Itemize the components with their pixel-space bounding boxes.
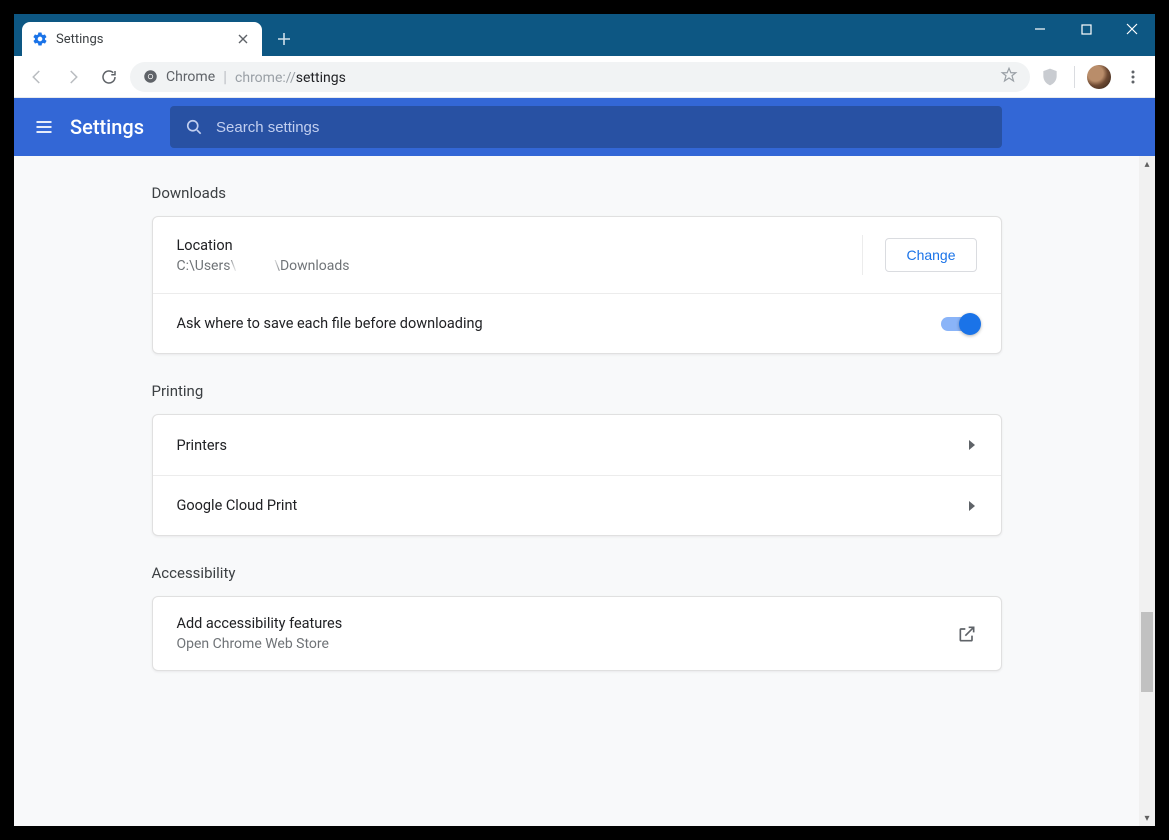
search-icon [184,117,204,137]
back-button[interactable] [22,62,52,92]
chevron-right-icon [967,500,977,512]
reload-button[interactable] [94,62,124,92]
redacted-username [237,259,273,272]
titlebar: Settings [14,14,1155,56]
add-accessibility-label: Add accessibility features [177,615,941,632]
printers-row[interactable]: Printers [153,415,1001,475]
chrome-icon [142,69,158,85]
external-link-icon [957,624,977,644]
extension-shield-icon[interactable] [1036,63,1064,91]
scroll-up-arrow-icon[interactable]: ▴ [1139,156,1155,172]
downloads-card: Location C:\Users\\Downloads Change Ask … [152,216,1002,354]
download-location-row: Location C:\Users\\Downloads Change [153,217,1001,293]
profile-avatar[interactable] [1085,63,1113,91]
browser-tab[interactable]: Settings [22,22,262,56]
accessibility-card: Add accessibility features Open Chrome W… [152,596,1002,671]
google-cloud-print-label: Google Cloud Print [177,497,951,514]
download-location-label: Location [177,237,847,254]
tab-close-icon[interactable] [234,30,252,48]
add-accessibility-sub: Open Chrome Web Store [177,636,941,652]
download-location-value: C:\Users\\Downloads [177,258,847,274]
section-header-accessibility: Accessibility [152,536,1002,596]
printers-label: Printers [177,437,951,454]
browser-menu-button[interactable] [1119,63,1147,91]
menu-hamburger-icon[interactable] [32,115,56,139]
add-accessibility-features-row[interactable]: Add accessibility features Open Chrome W… [153,597,1001,670]
settings-title: Settings [70,115,144,139]
omnibox-url-scheme: chrome:// [235,70,296,86]
ask-before-download-row: Ask where to save each file before downl… [153,293,1001,353]
settings-gear-icon [32,31,48,47]
vertical-scrollbar[interactable]: ▴ ▾ [1139,156,1155,826]
section-header-printing: Printing [152,354,1002,414]
settings-search-box[interactable] [170,106,1002,148]
ask-before-download-label: Ask where to save each file before downl… [177,315,925,332]
bookmark-star-icon[interactable] [1000,66,1018,88]
google-cloud-print-row[interactable]: Google Cloud Print [153,475,1001,535]
browser-toolbar: Chrome | chrome://settings [14,56,1155,98]
forward-button[interactable] [58,62,88,92]
change-location-button[interactable]: Change [885,238,976,272]
section-header-downloads: Downloads [152,156,1002,216]
scrollbar-track[interactable] [1139,172,1155,810]
omnibox-url-path: settings [296,70,346,86]
settings-header: Settings [14,98,1155,156]
window-close-button[interactable] [1109,14,1155,44]
window-minimize-button[interactable] [1017,14,1063,44]
new-tab-button[interactable] [270,25,298,53]
tab-title: Settings [56,32,234,47]
chevron-right-icon [967,439,977,451]
omnibox-origin: Chrome [166,69,215,85]
toolbar-divider [1074,66,1075,88]
scrollbar-thumb[interactable] [1141,612,1153,692]
settings-content-area: Downloads Location C:\Users\\Downloads C… [14,156,1155,826]
window-maximize-button[interactable] [1063,14,1109,44]
scroll-down-arrow-icon[interactable]: ▾ [1139,810,1155,826]
omnibox[interactable]: Chrome | chrome://settings [130,62,1030,92]
chrome-window: Settings [14,14,1155,826]
omnibox-separator: | [223,67,227,86]
search-input[interactable] [216,119,988,136]
printing-card: Printers Google Cloud Print [152,414,1002,536]
window-controls [1017,14,1155,48]
ask-before-download-toggle[interactable] [941,317,977,331]
